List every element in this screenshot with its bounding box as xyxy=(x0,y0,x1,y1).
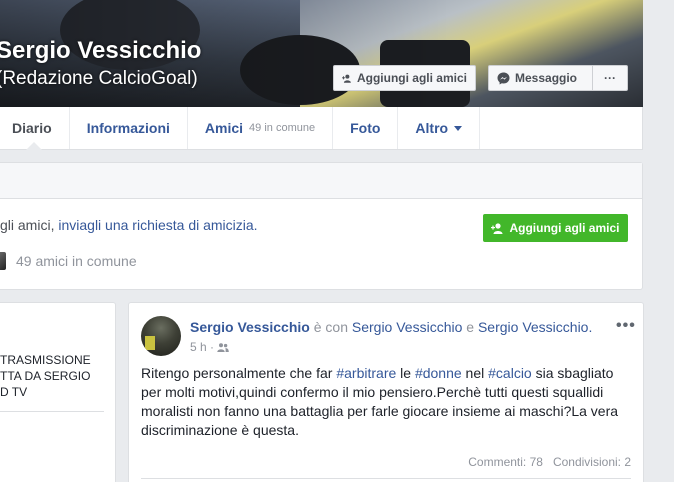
tab-informazioni-label: Informazioni xyxy=(86,120,170,136)
left-card-line: D TV xyxy=(0,385,28,399)
friend-request-text: gli amici, inviagli una richiesta di ami… xyxy=(0,217,258,233)
hashtag-link[interactable]: #calcio xyxy=(488,365,532,381)
profile-name[interactable]: Sergio Vessicchio xyxy=(0,37,201,65)
more-options-button[interactable]: ··· xyxy=(592,65,628,91)
post-meta-separator: · xyxy=(206,340,218,354)
feed-post: Sergio Vessicchio è con Sergio Vessicchi… xyxy=(128,302,644,482)
add-friend-icon xyxy=(491,222,503,234)
post-header: Sergio Vessicchio è con Sergio Vessicchi… xyxy=(190,319,592,335)
left-card-divider xyxy=(0,411,104,412)
send-friend-request-link[interactable]: inviagli una richiesta di amicizia. xyxy=(58,217,257,233)
post-author-avatar[interactable] xyxy=(141,316,181,356)
post-text: le xyxy=(396,365,415,381)
post-meta: 5 h · xyxy=(190,340,230,354)
post-author-name[interactable]: Sergio Vessicchio xyxy=(190,319,310,335)
friend-request-header xyxy=(0,163,642,199)
post-tagged-person-2[interactable]: Sergio Vessicchio. xyxy=(478,319,592,335)
chevron-down-icon xyxy=(454,125,463,131)
profile-subtitle: (Redazione CalcioGoal) xyxy=(0,68,198,89)
message-label: Messaggio xyxy=(515,71,578,85)
active-tab-pointer xyxy=(26,142,43,150)
tab-informazioni[interactable]: Informazioni xyxy=(70,107,188,149)
more-options-label: ··· xyxy=(604,71,616,85)
tab-diario-label: Diario xyxy=(12,120,52,136)
friend-request-prefix: gli amici, xyxy=(0,217,59,233)
comments-count[interactable]: Commenti: 78 xyxy=(468,455,543,469)
mutual-friend-avatar xyxy=(0,252,6,270)
post-timestamp[interactable]: 5 h xyxy=(190,340,207,354)
left-column-card: TRASMISSIONE TTA DA SERGIO D TV xyxy=(0,302,116,482)
post-text: Ritengo personalmente che far xyxy=(141,365,337,381)
profile-tabs: Diario Informazioni Amici 49 in comune F… xyxy=(0,107,643,150)
tab-foto[interactable]: Foto xyxy=(333,107,399,149)
left-card-line: TRASMISSIONE xyxy=(0,353,91,367)
tab-diario[interactable]: Diario xyxy=(0,107,70,150)
friends-audience-icon[interactable] xyxy=(217,342,230,352)
friend-request-box: gli amici, inviagli una richiesta di ami… xyxy=(0,162,643,290)
post-tagged-person-1[interactable]: Sergio Vessicchio xyxy=(352,319,463,335)
tab-amici[interactable]: Amici 49 in comune xyxy=(188,107,334,149)
post-and-text: e xyxy=(462,319,478,335)
tab-altro-label: Altro xyxy=(415,120,449,136)
post-stats: Commenti: 78 Condivisioni: 2 xyxy=(468,455,631,469)
tab-foto-label: Foto xyxy=(350,120,381,136)
tab-amici-count: 49 in comune xyxy=(249,122,316,134)
post-options-icon[interactable]: ••• xyxy=(616,317,636,335)
shares-count[interactable]: Condivisioni: 2 xyxy=(553,455,631,469)
hashtag-link[interactable]: #arbitrare xyxy=(336,365,396,381)
post-with-text: è con xyxy=(309,319,352,335)
post-text: nel xyxy=(461,365,489,381)
hashtag-link[interactable]: #donne xyxy=(415,365,462,381)
add-friend-green-label: Aggiungi agli amici xyxy=(509,221,620,235)
add-friend-label: Aggiungi agli amici xyxy=(356,71,467,85)
mutual-friends-label: 49 amici in comune xyxy=(16,253,137,269)
add-friend-icon xyxy=(342,74,351,83)
messenger-icon xyxy=(497,72,510,84)
left-card-line: TTA DA SERGIO xyxy=(0,369,91,383)
left-card-text[interactable]: TRASMISSIONE TTA DA SERGIO D TV xyxy=(0,352,91,400)
post-body: Ritengo personalmente che far #arbitrare… xyxy=(141,364,636,440)
add-friend-button[interactable]: Aggiungi agli amici xyxy=(333,65,476,91)
tab-amici-label: Amici xyxy=(204,120,244,136)
add-friend-green-button[interactable]: Aggiungi agli amici xyxy=(483,214,628,242)
mutual-friends[interactable]: 49 amici in comune xyxy=(0,252,137,270)
tab-altro[interactable]: Altro xyxy=(398,107,481,149)
message-button[interactable]: Messaggio xyxy=(488,65,593,91)
post-divider xyxy=(141,478,631,479)
avatar-detail xyxy=(145,336,155,350)
